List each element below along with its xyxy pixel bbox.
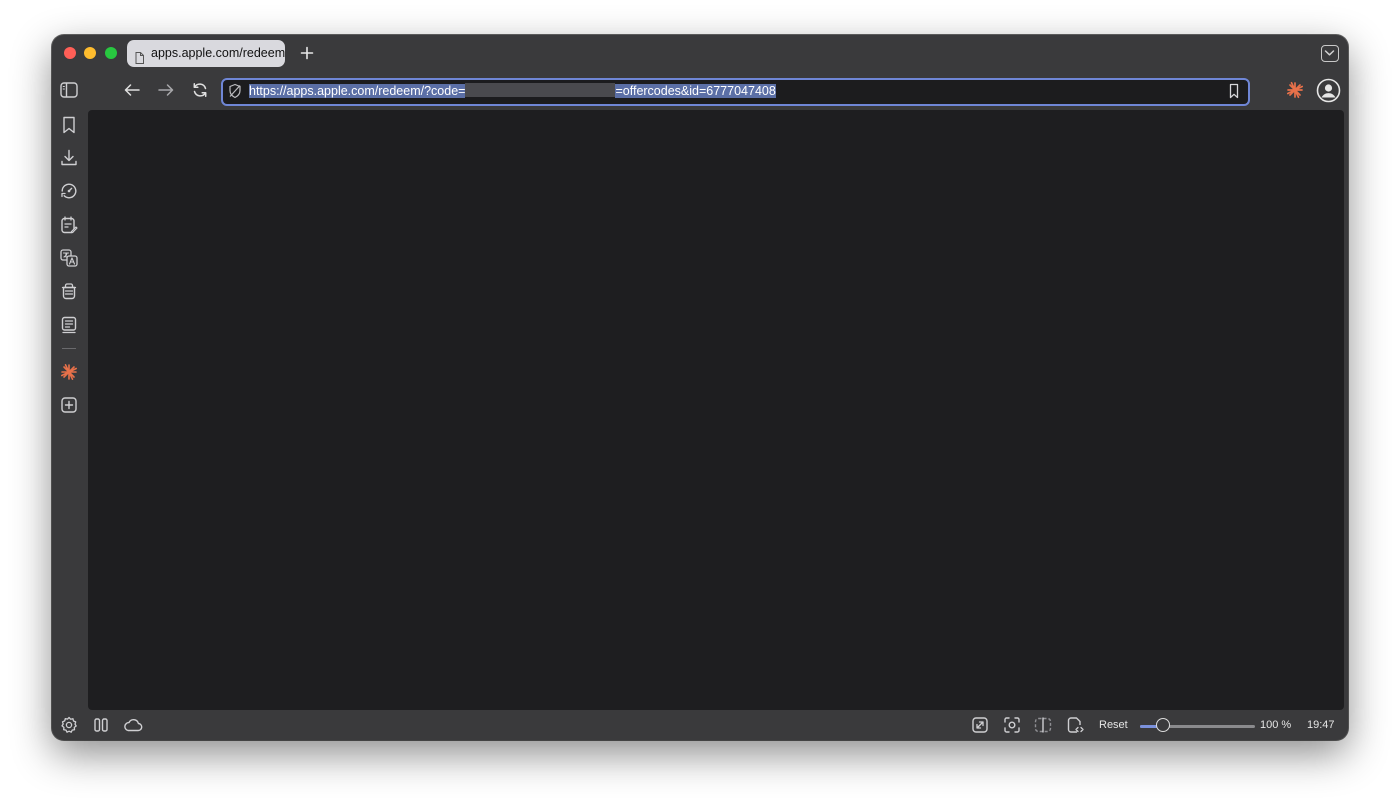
zoom-level: 100 % — [1260, 719, 1292, 731]
close-window-button[interactable] — [64, 47, 76, 59]
history-icon — [61, 183, 77, 199]
tab-list-button[interactable] — [1321, 45, 1339, 62]
page-actions-button[interactable] — [1065, 715, 1085, 735]
expand-icon — [972, 717, 988, 733]
tiling-button[interactable] — [91, 715, 111, 735]
document-icon — [135, 47, 144, 67]
code-page-icon — [1067, 717, 1084, 733]
forward-button[interactable] — [156, 80, 176, 100]
ai-assistant-icon — [1286, 81, 1304, 99]
sidebar-item-notes[interactable] — [59, 215, 79, 235]
bookmark-icon — [63, 116, 75, 134]
ai-assistant-icon — [61, 364, 77, 380]
sidebar-add-panel-button[interactable] — [59, 395, 79, 415]
ai-assistant-button[interactable] — [1285, 80, 1305, 100]
address-bar[interactable]: https://apps.apple.com/redeem/?code= =off… — [221, 78, 1250, 106]
sidebar-item-translate[interactable] — [59, 248, 79, 268]
browser-window: apps.apple.com/redeem/?c https://apps.ap… — [52, 35, 1348, 740]
reading-list-icon — [61, 283, 77, 300]
maximize-window-button[interactable] — [105, 47, 117, 59]
sidebar-item-bookmarks[interactable] — [59, 115, 79, 135]
sidebar-item-downloads[interactable] — [59, 148, 79, 168]
bookmark-page-icon[interactable] — [1228, 83, 1240, 104]
cloud-icon — [124, 719, 143, 732]
sidebar-toggle-button[interactable] — [59, 80, 79, 100]
web-content[interactable] — [88, 110, 1344, 710]
notes-icon — [61, 216, 78, 234]
sidebar-item-reading-list[interactable] — [59, 281, 79, 301]
reload-button[interactable] — [190, 80, 210, 100]
url-text[interactable]: https://apps.apple.com/redeem/?code= =off… — [249, 83, 776, 100]
chevron-down-icon — [1324, 50, 1335, 56]
capture-button[interactable] — [970, 715, 990, 735]
arrow-right-icon — [158, 84, 174, 96]
translate-icon — [60, 249, 78, 267]
sidebar-divider — [62, 348, 76, 349]
screenshot-button[interactable] — [1002, 715, 1022, 735]
zoom-reset-button[interactable]: Reset — [1099, 719, 1128, 731]
clock: 19:47 — [1307, 719, 1335, 731]
add-panel-icon — [61, 397, 77, 413]
new-tab-button[interactable] — [296, 41, 318, 65]
sidebar-item-ai-assistant[interactable] — [59, 362, 79, 382]
camera-focus-icon — [1004, 717, 1020, 733]
gear-icon — [61, 716, 77, 733]
download-icon — [61, 149, 77, 166]
settings-button[interactable] — [59, 715, 79, 735]
sidebar-item-history[interactable] — [59, 181, 79, 201]
sidebar-toggle-icon — [60, 82, 78, 98]
zoom-slider-knob[interactable] — [1156, 718, 1170, 732]
tile-columns-icon — [94, 718, 108, 732]
sync-button[interactable] — [122, 715, 144, 735]
shield-off-icon — [228, 83, 242, 104]
redacted-code — [465, 83, 616, 97]
reload-icon — [193, 83, 207, 97]
url-suffix: =offercodes&id=6777047408 — [615, 84, 776, 98]
url-prefix: https://apps.apple.com/redeem/?code= — [249, 84, 466, 98]
back-button[interactable] — [122, 80, 142, 100]
split-view-icon — [1034, 717, 1052, 733]
minimize-window-button[interactable] — [84, 47, 96, 59]
split-view-button[interactable] — [1033, 715, 1053, 735]
reader-icon — [61, 316, 77, 334]
active-tab[interactable]: apps.apple.com/redeem/?c — [127, 40, 285, 67]
sidebar-item-reader[interactable] — [59, 315, 79, 335]
tab-title: apps.apple.com/redeem/?c — [151, 46, 285, 60]
arrow-left-icon — [124, 84, 140, 96]
user-avatar-icon — [1316, 78, 1341, 103]
account-button[interactable] — [1316, 78, 1341, 103]
